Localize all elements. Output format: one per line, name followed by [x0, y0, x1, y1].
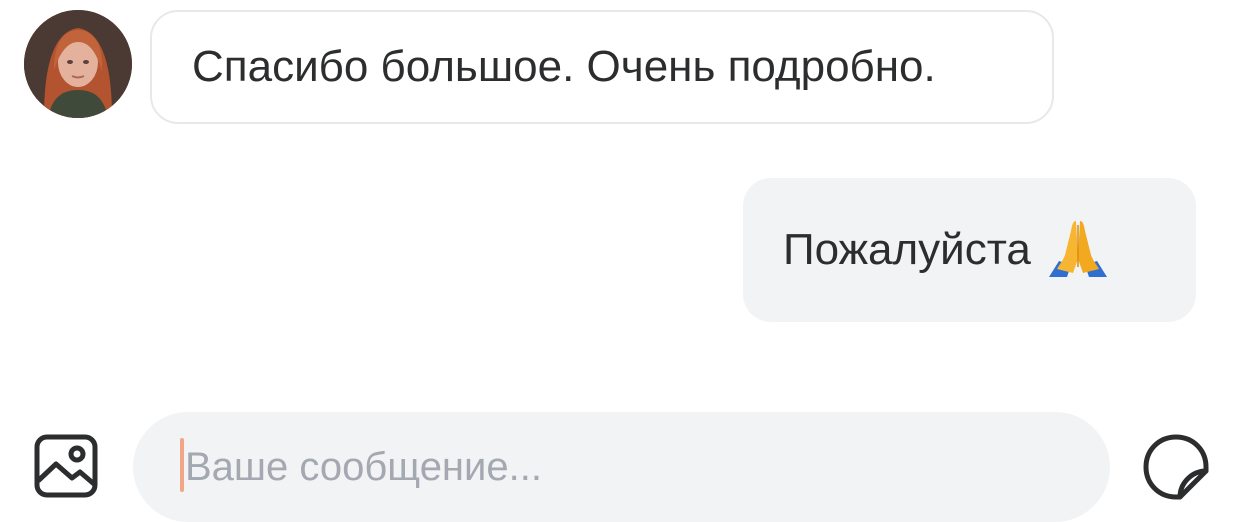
- sticker-icon: [1143, 434, 1209, 500]
- message-input[interactable]: [185, 440, 1065, 494]
- avatar-portrait: [24, 10, 132, 118]
- folded-hands-emoji-icon: [1045, 219, 1111, 282]
- incoming-message-bubble[interactable]: Спасибо большое. Очень подробно.: [150, 10, 1054, 124]
- attach-image-button[interactable]: [34, 434, 98, 498]
- text-caret: [180, 438, 184, 492]
- incoming-message-text: Спасибо большое. Очень подробно.: [192, 42, 936, 91]
- image-icon: [34, 434, 98, 498]
- outgoing-message-text: Пожалуйста: [783, 225, 1031, 274]
- sender-avatar[interactable]: [24, 10, 132, 118]
- sticker-button[interactable]: [1142, 433, 1210, 501]
- outgoing-message-bubble[interactable]: Пожалуйста: [743, 178, 1196, 322]
